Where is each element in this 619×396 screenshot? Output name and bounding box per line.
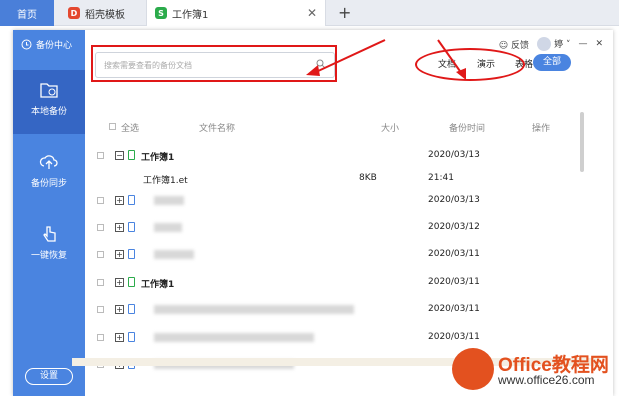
backup-date: 2020/03/13 [428,150,480,160]
office26-logo: Office教程网 www.office26.com [452,345,619,396]
spreadsheet-file-icon [128,150,135,160]
blurred-name [154,250,194,259]
backup-date: 2020/03/11 [428,332,480,342]
blurred-name [154,333,314,342]
document-file-icon [128,304,135,314]
document-file-icon [128,332,135,342]
blurred-name [154,223,182,232]
document-file-icon [128,222,135,232]
expand-icon[interactable]: + [115,196,124,205]
backup-time: 21:41 [428,173,454,183]
row-checkbox[interactable] [97,334,104,341]
file-size: 8KB [359,173,377,183]
column-select-all: 全选 [121,124,140,134]
table-row[interactable]: + 2020/03/11 [72,296,582,323]
spreadsheet-file-icon [128,277,135,287]
table-row[interactable]: + 工作簿1 2020/03/11 [72,269,582,296]
expand-icon[interactable]: + [115,305,124,314]
blurred-name [154,305,354,314]
row-checkbox[interactable] [97,197,104,204]
row-checkbox[interactable] [97,152,104,159]
backup-date: 2020/03/11 [428,249,480,259]
select-all-checkbox[interactable] [109,123,116,130]
blurred-name [154,196,184,205]
scrollbar[interactable] [580,112,584,172]
file-name: 工作簿1 [141,153,175,163]
row-checkbox[interactable] [97,306,104,313]
column-file-name: 文件名称 [199,124,236,134]
row-checkbox[interactable] [97,279,104,286]
expand-icon[interactable]: + [115,223,124,232]
document-file-icon [128,249,135,259]
table-row[interactable]: + 2020/03/11 [72,241,582,268]
column-backup-time: 备份时间 [449,124,486,134]
backup-date: 2020/03/13 [428,195,480,205]
expand-icon[interactable]: + [115,333,124,342]
logo-url: www.office26.com [498,373,595,387]
expand-icon[interactable]: + [115,250,124,259]
backup-date: 2020/03/11 [428,277,480,287]
column-size: 大小 [381,124,400,134]
document-file-icon [128,195,135,205]
column-action: 操作 [532,124,551,134]
collapse-icon[interactable]: − [115,151,124,160]
file-name: 工作簿1.et [143,176,188,186]
file-name: 工作簿1 [141,280,175,290]
expand-icon[interactable]: + [115,278,124,287]
backup-date: 2020/03/12 [428,222,480,232]
backup-date: 2020/03/11 [428,304,480,314]
row-checkbox[interactable] [97,251,104,258]
office-logo-icon [452,348,494,390]
row-checkbox[interactable] [97,224,104,231]
table-row[interactable]: + 2020/03/13 [72,187,582,214]
table-row[interactable]: + 2020/03/12 [72,214,582,241]
